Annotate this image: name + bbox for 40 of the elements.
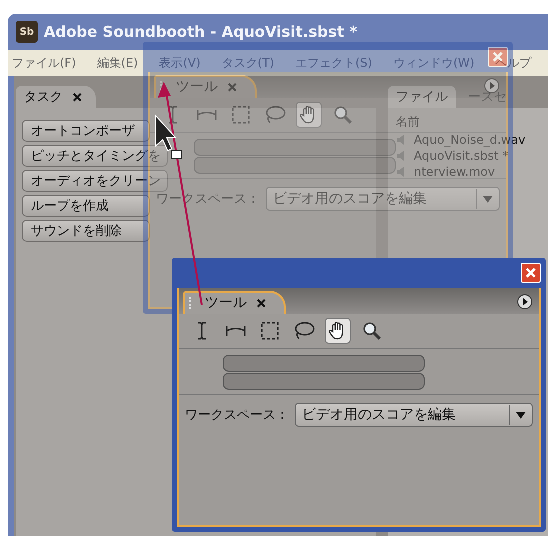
time-range-icon (225, 324, 247, 338)
task-button[interactable]: ピッチとタイミングを (22, 145, 168, 167)
lasso-icon (264, 105, 286, 125)
file-item[interactable]: Aquo_Noise_d.wav (396, 133, 548, 147)
panel-tab[interactable]: ファイル (388, 86, 456, 108)
window-title: Adobe Soundbooth - AquoVisit.sbst * (44, 23, 358, 41)
marquee-icon (231, 105, 251, 125)
task-button[interactable]: オーディオをクリーン (22, 170, 168, 192)
close-button[interactable] (521, 263, 541, 283)
file-item[interactable]: AquoVisit.sbst * (396, 149, 548, 163)
text-cursor-icon (196, 321, 208, 341)
close-icon[interactable] (257, 298, 266, 308)
workspace-dropdown[interactable]: ビデオ用のスコアを編集 (266, 187, 500, 211)
close-icon[interactable] (73, 92, 82, 102)
text-cursor-icon (167, 105, 179, 125)
file-item[interactable]: nterview.mov (396, 165, 548, 179)
column-header: 名前 (396, 114, 421, 131)
zoom-icon (362, 321, 382, 341)
close-icon (526, 268, 536, 278)
menu-item[interactable]: タスク(T) (222, 54, 274, 72)
menu-item[interactable]: ウィンドウ(W) (393, 54, 475, 72)
panel-tab[interactable]: ツール (183, 291, 286, 314)
tool-button[interactable] (325, 318, 351, 344)
workspace-label: ワークスペース： (185, 407, 289, 424)
task-button[interactable]: サウンドを削除 (22, 220, 150, 242)
panel-menu-icon[interactable] (517, 294, 533, 310)
menu-item[interactable]: ファイル(F) (12, 54, 76, 72)
zoom-icon (333, 105, 353, 125)
task-button[interactable]: オートコンポーザ (22, 120, 150, 142)
workspace-dropdown[interactable]: ビデオ用のスコアを編集 (295, 403, 533, 427)
task-button[interactable]: ループを作成 (22, 195, 150, 217)
menu-item[interactable]: 編集(E) (97, 54, 138, 72)
menu-item[interactable]: エフェクト(S) (296, 54, 372, 72)
panel-tab[interactable]: タスク (16, 86, 96, 108)
marquee-icon (260, 321, 280, 341)
lasso-icon (293, 321, 315, 341)
time-range-icon (196, 108, 218, 122)
app-icon: Sb (16, 21, 38, 43)
menu-item[interactable]: 表示(V) (159, 54, 201, 72)
panel-tab[interactable]: ツール (154, 75, 257, 98)
